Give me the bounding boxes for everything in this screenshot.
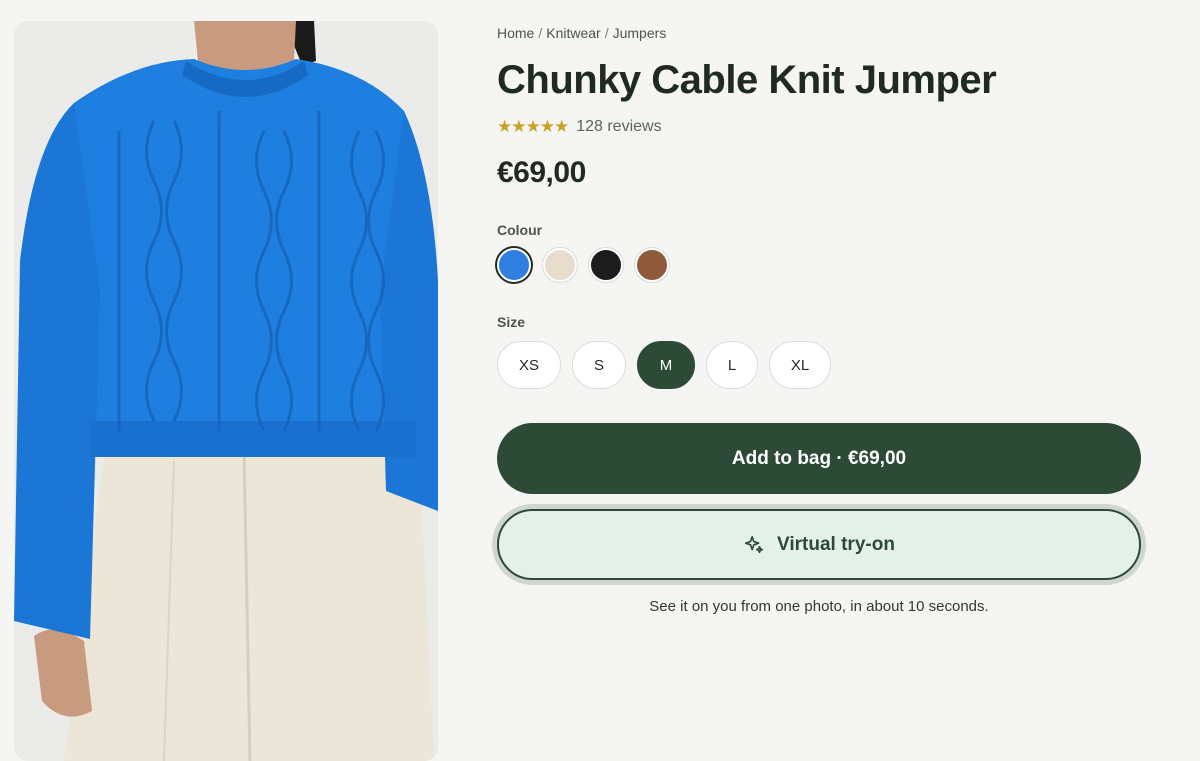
sparkles-icon	[743, 534, 765, 556]
breadcrumb-separator: /	[538, 25, 543, 41]
colour-label: Colour	[497, 222, 543, 238]
size-options: XS S M L XL	[497, 341, 831, 389]
breadcrumb: Home / Knitwear / Jumpers	[497, 25, 666, 41]
product-photo-illustration	[14, 21, 438, 761]
product-price: €69,00	[497, 156, 586, 189]
add-to-bag-label: Add to bag · €69,00	[731, 447, 907, 469]
swatch-brown[interactable]	[635, 248, 669, 282]
virtual-tryon-label: Virtual try-on	[777, 533, 895, 555]
product-rating[interactable]: ★★★★★ 128 reviews	[497, 117, 662, 137]
size-option-xs[interactable]: XS	[497, 341, 561, 389]
breadcrumb-jumpers[interactable]: Jumpers	[613, 25, 667, 41]
breadcrumb-home[interactable]: Home	[497, 25, 534, 41]
reviews-link[interactable]: 128 reviews	[576, 118, 661, 136]
swatch-black[interactable]	[589, 248, 623, 282]
virtual-tryon-button[interactable]: Virtual try-on	[497, 509, 1141, 580]
size-option-s[interactable]: S	[572, 341, 626, 389]
size-option-l[interactable]: L	[706, 341, 758, 389]
size-option-xl[interactable]: XL	[769, 341, 831, 389]
product-title: Chunky Cable Knit Jumper	[497, 58, 997, 102]
size-option-m[interactable]: M	[637, 341, 695, 389]
size-label: Size	[497, 314, 526, 330]
product-image[interactable]	[14, 21, 438, 761]
swatch-blue[interactable]	[497, 248, 531, 282]
swatch-cream[interactable]	[543, 248, 577, 282]
colour-swatches	[497, 248, 669, 282]
breadcrumb-knitwear[interactable]: Knitwear	[546, 25, 600, 41]
breadcrumb-separator: /	[604, 25, 609, 41]
add-to-bag-button[interactable]: Add to bag · €69,00	[497, 423, 1141, 494]
tryon-helper-text: See it on you from one photo, in about 1…	[649, 598, 989, 615]
rating-stars: ★★★★★	[497, 117, 569, 136]
